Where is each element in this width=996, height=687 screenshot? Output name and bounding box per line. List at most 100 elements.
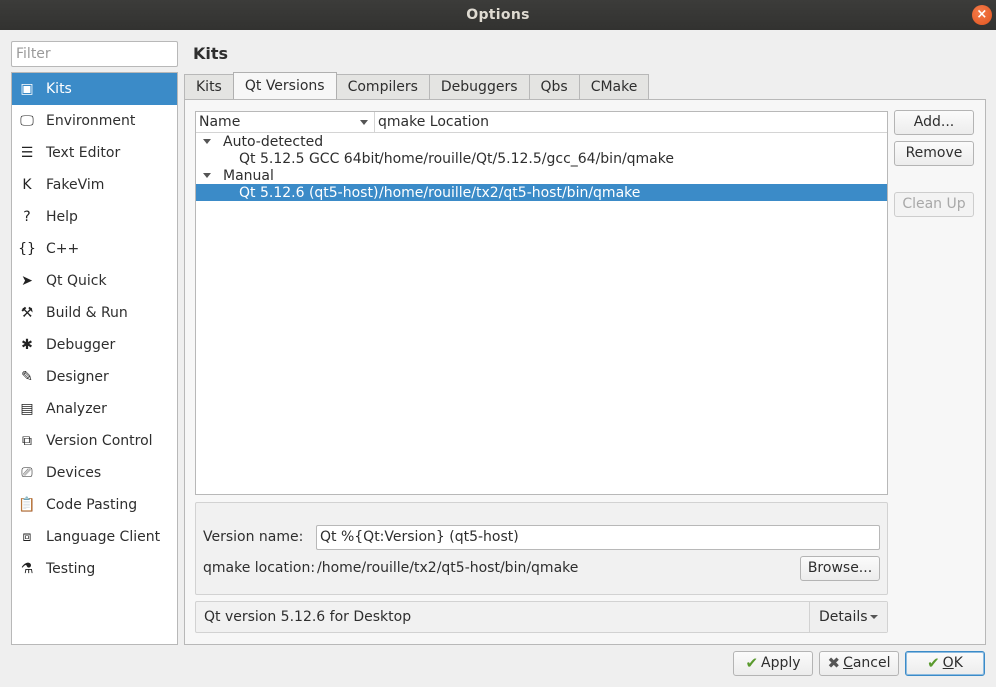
flask-icon: ⚗ — [20, 561, 34, 577]
version-name-label: Version name: — [203, 529, 304, 545]
sidebar-item-label: Environment — [46, 113, 136, 129]
clipboard-icon: 📋 — [18, 497, 36, 513]
qt-version-name: Qt 5.12.5 GCC 64bit — [239, 150, 380, 167]
sidebar-item-environment[interactable]: 🖵 Environment — [12, 105, 177, 137]
qmake-location-label: qmake location: — [203, 560, 316, 576]
expand-arrow-icon[interactable] — [203, 173, 211, 178]
tree-group-label: Manual — [223, 167, 274, 184]
tab-compilers[interactable]: Compilers — [335, 74, 430, 99]
sidebar-item-language-client[interactable]: ⧈ Language Client — [12, 521, 177, 553]
cancel-label-rest: ancel — [852, 655, 891, 671]
tree-group-auto-detected[interactable]: Auto-detected — [196, 133, 887, 150]
window-titlebar: Options × — [0, 0, 996, 30]
sidebar-item-label: Version Control — [46, 433, 153, 449]
chevron-down-icon — [870, 615, 878, 619]
close-window-button[interactable]: × — [972, 5, 992, 25]
details-button-label: Details — [819, 609, 868, 625]
close-icon: × — [976, 7, 988, 22]
filter-input[interactable] — [11, 41, 178, 67]
qt-versions-tree[interactable]: Name qmake Location Auto-detected Qt 5.1… — [195, 111, 888, 495]
bug-icon: ✱ — [21, 337, 33, 353]
browse-button[interactable]: Browse... — [800, 556, 880, 581]
tree-header: Name qmake Location — [196, 112, 887, 133]
window-title: Options — [466, 7, 530, 23]
summary-text: Qt version 5.12.6 for Desktop — [204, 609, 412, 625]
sidebar-item-label: Help — [46, 209, 78, 225]
sidebar-item-label: Devices — [46, 465, 102, 481]
sidebar-item-label: Code Pasting — [46, 497, 138, 513]
sidebar-item-label: Debugger — [46, 337, 116, 353]
tab-qt-versions[interactable]: Qt Versions — [232, 72, 337, 99]
sidebar-item-text-editor[interactable]: ☰ Text Editor — [12, 137, 177, 169]
sidebar-item-devices[interactable]: ⎚ Devices — [12, 457, 177, 489]
version-control-icon: ⧉ — [22, 433, 32, 449]
column-header-label: Name — [199, 114, 241, 130]
tab-debuggers[interactable]: Debuggers — [428, 74, 530, 99]
sidebar-item-version-control[interactable]: ⧉ Version Control — [12, 425, 177, 457]
sidebar-item-label: FakeVim — [46, 177, 105, 193]
sidebar-item-label: C++ — [46, 241, 80, 257]
checkmark-icon: ✔ — [927, 654, 940, 672]
language-client-icon: ⧈ — [22, 529, 32, 545]
sidebar-item-label: Text Editor — [46, 145, 121, 161]
ok-label-rest: K — [953, 655, 963, 671]
cross-icon: ✖ — [827, 654, 841, 672]
hammer-icon: ⚒ — [20, 305, 34, 321]
clean-up-button[interactable]: Clean Up — [894, 192, 974, 217]
kits-icon: ▣ — [20, 81, 34, 97]
page-title: Kits — [193, 44, 229, 63]
ok-mnemonic: O — [942, 655, 954, 671]
pencil-icon: ✎ — [21, 369, 33, 385]
sidebar-item-code-pasting[interactable]: 📋 Code Pasting — [12, 489, 177, 521]
qmake-location-cell: /home/rouille/tx2/qt5-host/bin/qmake — [379, 184, 641, 201]
category-sidebar: ▣ Kits 🖵 Environment ☰ Text Editor K FakeVim… — [11, 72, 178, 645]
text-editor-icon: ☰ — [20, 145, 34, 161]
sidebar-item-help[interactable]: ? Help — [12, 201, 177, 233]
remove-button[interactable]: Remove — [894, 141, 974, 166]
sidebar-item-kits[interactable]: ▣ Kits — [12, 73, 177, 105]
analyzer-icon: ▤ — [20, 401, 34, 417]
sort-indicator-icon — [360, 120, 368, 125]
checkmark-icon: ✔ — [745, 654, 759, 672]
sidebar-item-build-run[interactable]: ⚒ Build & Run — [12, 297, 177, 329]
add-button[interactable]: Add... — [894, 110, 974, 135]
sidebar-item-label: Qt Quick — [46, 273, 107, 289]
ok-button[interactable]: ✔ OK — [905, 651, 985, 676]
column-header-location[interactable]: qmake Location — [375, 112, 489, 132]
sidebar-item-fakevim[interactable]: K FakeVim — [12, 169, 177, 201]
sidebar-item-designer[interactable]: ✎ Designer — [12, 361, 177, 393]
qmake-location-cell: /home/rouille/Qt/5.12.5/gcc_64/bin/qmake — [379, 150, 674, 167]
sidebar-item-debugger[interactable]: ✱ Debugger — [12, 329, 177, 361]
devices-icon: ⎚ — [21, 465, 33, 481]
sidebar-item-label: Build & Run — [46, 305, 128, 321]
cpp-braces-icon: {} — [18, 241, 36, 257]
expand-arrow-icon[interactable] — [203, 139, 211, 144]
apply-label: Apply — [761, 655, 801, 671]
help-icon: ? — [23, 209, 31, 225]
sidebar-item-label: Analyzer — [46, 401, 107, 417]
sidebar-item-label: Language Client — [46, 529, 161, 545]
apply-button[interactable]: ✔ Apply — [733, 651, 813, 676]
fakevim-icon: K — [22, 177, 32, 193]
sidebar-item-testing[interactable]: ⚗ Testing — [12, 553, 177, 585]
cancel-mnemonic: C — [843, 655, 853, 671]
qmake-location-value: /home/rouille/tx2/qt5-host/bin/qmake — [317, 560, 579, 576]
column-header-name[interactable]: Name — [196, 112, 375, 132]
tab-cmake[interactable]: CMake — [578, 74, 650, 99]
sidebar-item-cpp[interactable]: {} C++ — [12, 233, 177, 265]
tree-row-selected[interactable]: Qt 5.12.6 (qt5-host) /home/rouille/tx2/q… — [196, 184, 887, 201]
tree-row[interactable]: Qt 5.12.5 GCC 64bit /home/rouille/Qt/5.1… — [196, 150, 887, 167]
sidebar-item-analyzer[interactable]: ▤ Analyzer — [12, 393, 177, 425]
cancel-button[interactable]: ✖ Cancel — [819, 651, 899, 676]
tab-qbs[interactable]: Qbs — [528, 74, 580, 99]
details-button[interactable]: Details — [809, 602, 887, 632]
sidebar-item-label: Kits — [46, 81, 72, 97]
qt-version-name: Qt 5.12.6 (qt5-host) — [239, 184, 379, 201]
tree-group-label: Auto-detected — [223, 133, 324, 150]
version-summary: Qt version 5.12.6 for Desktop Details — [195, 601, 888, 633]
tab-kits[interactable]: Kits — [184, 74, 234, 99]
tree-group-manual[interactable]: Manual — [196, 167, 887, 184]
version-name-field[interactable]: Qt %{Qt:Version} (qt5-host) — [316, 525, 880, 550]
sidebar-item-label: Testing — [46, 561, 96, 577]
sidebar-item-qt-quick[interactable]: ➤ Qt Quick — [12, 265, 177, 297]
